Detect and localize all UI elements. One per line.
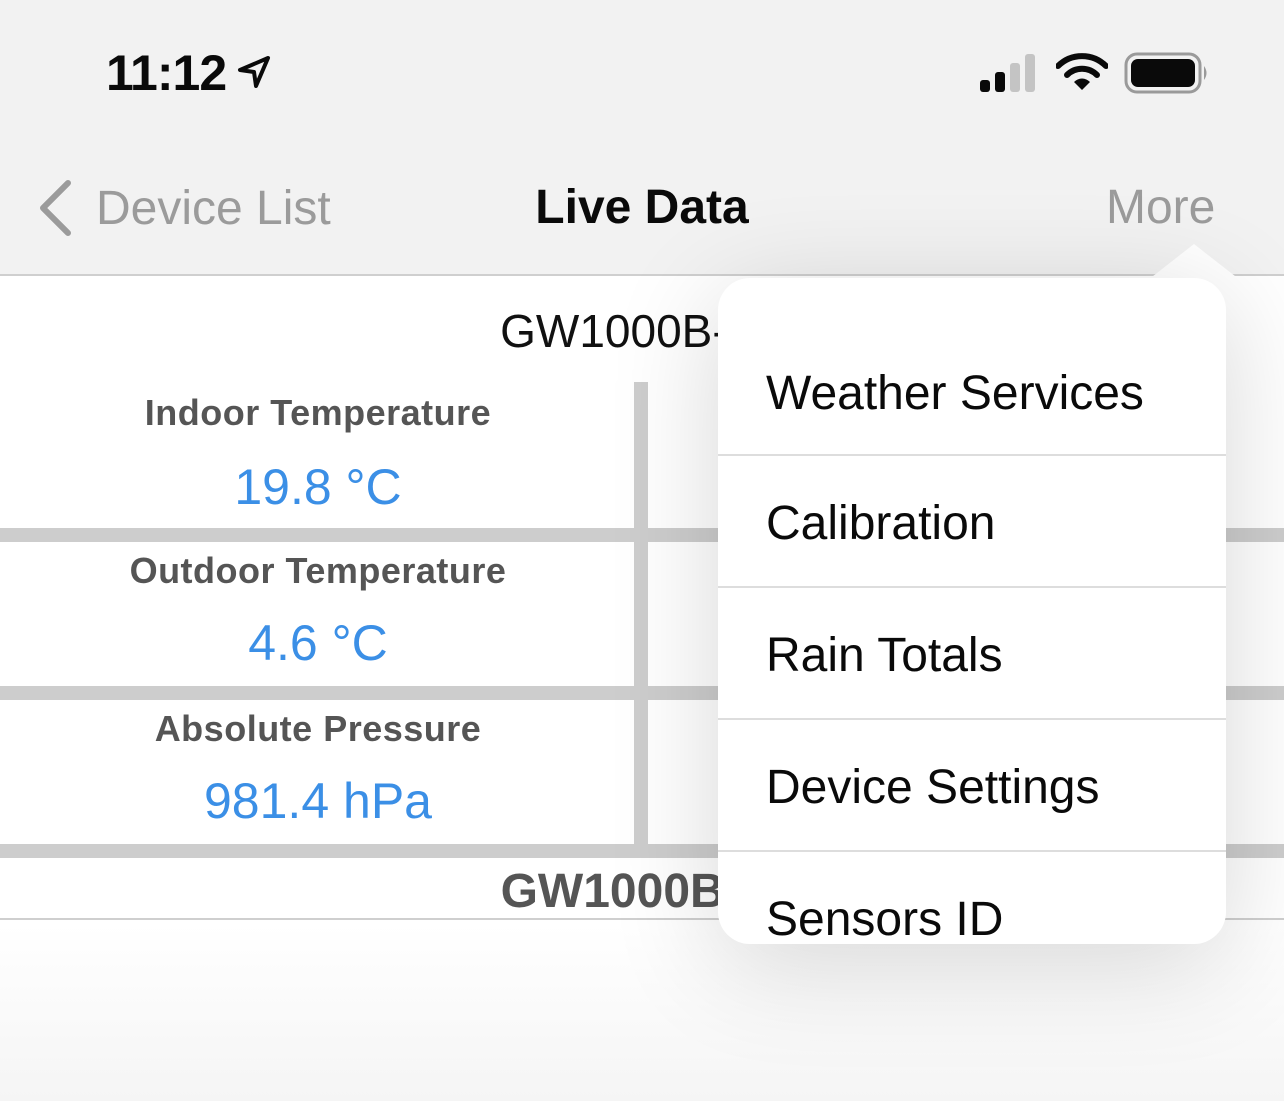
menu-item-label: Rain Totals xyxy=(766,629,1003,682)
location-arrow-icon xyxy=(238,56,270,88)
navigation-bar: Device List Live Data More xyxy=(0,140,1284,276)
reading-label: Absolute Pressure xyxy=(154,708,482,749)
more-menu-popover: Weather Services Calibration Rain Totals… xyxy=(718,278,1226,944)
menu-item-label: Weather Services xyxy=(766,367,1144,420)
popover-arrow xyxy=(1148,244,1240,280)
menu-item-label: Sensors ID xyxy=(766,893,1004,944)
menu-item-rain-totals[interactable]: Rain Totals xyxy=(718,588,1226,718)
reading-value: 981.4 hPa xyxy=(204,773,432,829)
battery-icon xyxy=(1124,52,1207,94)
cellular-signal-icon xyxy=(980,54,1035,92)
grid-divider-vertical xyxy=(634,382,648,846)
reading-cell: Absolute Pressure 981.4 hPa xyxy=(0,700,636,830)
menu-item-device-settings[interactable]: Device Settings xyxy=(718,720,1226,850)
reading-value: 4.6 °C xyxy=(248,615,388,671)
menu-item-label: Calibration xyxy=(766,497,996,550)
menu-item-weather-services[interactable]: Weather Services xyxy=(718,326,1226,456)
reading-value: 19.8 °C xyxy=(234,459,402,515)
page-title: Live Data xyxy=(535,181,749,234)
reading-cell: Outdoor Temperature 4.6 °C xyxy=(0,542,636,672)
reading-label: Indoor Temperature xyxy=(144,392,492,433)
reading-cell: Indoor Temperature 19.8 °C xyxy=(0,382,636,516)
menu-item-label: Device Settings xyxy=(766,761,1100,814)
status-time: 11:12 xyxy=(106,45,227,101)
reading-label: Outdoor Temperature xyxy=(129,550,507,591)
menu-item-sensors-id[interactable]: Sensors ID xyxy=(718,852,1226,944)
empty-area xyxy=(0,924,1284,1101)
more-button[interactable]: More xyxy=(1106,180,1215,235)
menu-item-calibration[interactable]: Calibration xyxy=(718,456,1226,586)
wifi-icon xyxy=(1056,53,1108,90)
